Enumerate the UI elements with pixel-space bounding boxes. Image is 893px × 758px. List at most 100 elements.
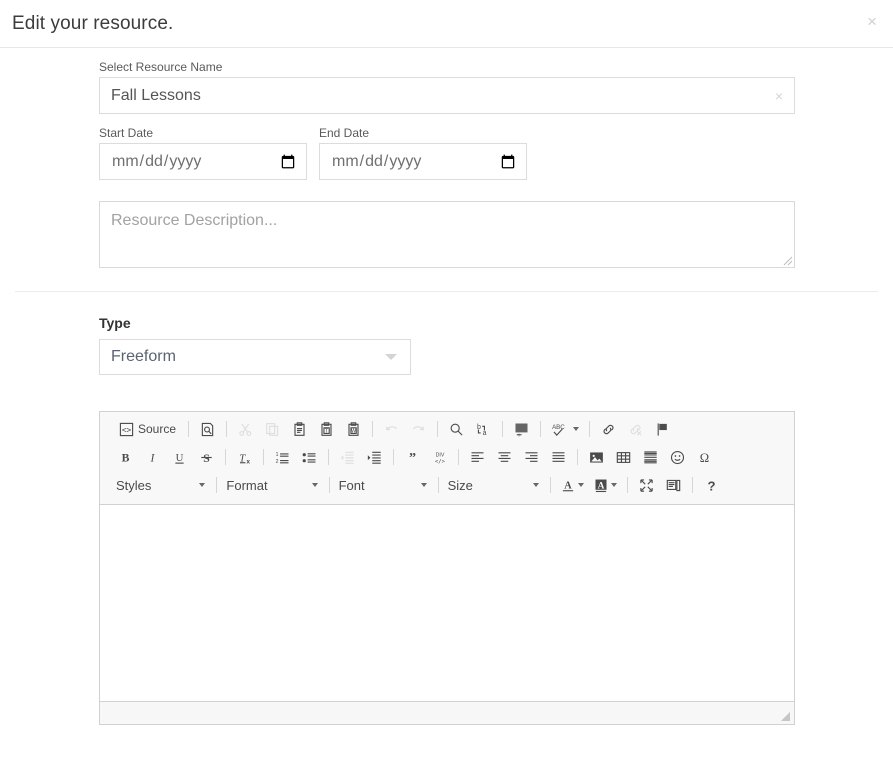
toolbar-row-2: B I U S Tx 1 2 ” DIV </> Ω <box>104 443 790 471</box>
svg-text:S: S <box>203 451 210 464</box>
replace-icon: ba <box>476 422 491 437</box>
select-all-icon: I <box>514 422 529 437</box>
format-combo[interactable]: Format <box>222 474 323 496</box>
blockquote-button[interactable]: ” <box>401 446 424 468</box>
maximize-icon <box>639 478 654 493</box>
paste-icon <box>292 421 307 437</box>
start-date-label: Start Date <box>99 126 154 140</box>
smiley-button[interactable] <box>666 446 689 468</box>
end-date-input[interactable] <box>319 143 527 180</box>
outdent-button <box>336 446 359 468</box>
div-container-icon: DIV </> <box>432 450 448 465</box>
omega-icon: Ω <box>697 450 712 465</box>
paste-word-button[interactable]: W <box>342 418 365 440</box>
underline-icon: U <box>172 450 187 465</box>
select-all-button[interactable]: I <box>510 418 533 440</box>
source-button[interactable]: <> Source <box>114 418 181 440</box>
size-combo-label: Size <box>447 477 473 493</box>
align-center-button[interactable] <box>493 446 516 468</box>
start-date-input[interactable] <box>99 143 307 180</box>
indent-button[interactable] <box>363 446 386 468</box>
align-right-icon <box>524 450 539 465</box>
type-group: Type Freeform <box>99 315 795 375</box>
toolbar-separator <box>328 449 329 465</box>
description-textarea[interactable] <box>99 201 795 268</box>
show-blocks-icon <box>666 478 681 493</box>
flag-icon <box>655 422 670 437</box>
svg-text:2: 2 <box>276 458 279 464</box>
svg-text:I: I <box>518 432 519 436</box>
numbered-list-button[interactable]: 12 <box>271 446 294 468</box>
align-right-button[interactable] <box>520 446 543 468</box>
align-center-icon <box>497 450 512 465</box>
blockquote-icon: ” <box>405 450 420 465</box>
image-icon <box>589 450 604 465</box>
toolbar-separator <box>263 449 264 465</box>
cut-button <box>234 418 257 440</box>
chevron-down-icon <box>610 483 617 487</box>
svg-text:<>: <> <box>122 425 132 434</box>
italic-button[interactable]: I <box>141 446 164 468</box>
copy-icon <box>265 422 280 437</box>
description-group <box>99 201 795 268</box>
bg-color-button[interactable]: A <box>591 474 620 496</box>
text-color-button[interactable]: A <box>558 474 587 496</box>
remove-format-button[interactable]: Tx <box>233 446 256 468</box>
font-combo[interactable]: Font <box>335 474 433 496</box>
paste-text-button[interactable]: T <box>315 418 338 440</box>
replace-button[interactable]: ba <box>472 418 495 440</box>
toolbar-separator <box>577 449 578 465</box>
styles-combo[interactable]: Styles <box>112 474 211 496</box>
preview-button[interactable] <box>196 418 219 440</box>
image-button[interactable] <box>585 446 608 468</box>
indent-icon <box>367 450 382 465</box>
bulleted-list-icon <box>302 450 317 465</box>
underline-button[interactable]: U <box>168 446 191 468</box>
svg-text:</>: </> <box>434 458 445 464</box>
page-title: Edit your resource. <box>12 13 174 34</box>
resource-name-label: Select Resource Name <box>99 60 223 74</box>
toolbar-separator <box>540 421 542 437</box>
maximize-button[interactable] <box>635 474 658 496</box>
svg-text:1: 1 <box>276 452 279 458</box>
find-button[interactable] <box>445 418 468 440</box>
about-button[interactable]: ? <box>700 474 723 496</box>
svg-text:I: I <box>150 451 156 464</box>
show-blocks-button[interactable] <box>662 474 685 496</box>
editor-resize-grip-icon[interactable] <box>779 710 791 722</box>
paste-button[interactable] <box>288 418 311 440</box>
svg-text:T: T <box>325 428 329 434</box>
anchor-button[interactable] <box>651 418 674 440</box>
link-button[interactable] <box>597 418 620 440</box>
svg-text:A: A <box>564 480 572 491</box>
source-icon: <> <box>119 422 134 437</box>
spellcheck-button[interactable]: ABC <box>548 418 582 440</box>
toolbar-separator <box>589 421 591 437</box>
strike-button[interactable]: S <box>195 446 218 468</box>
toolbar-separator <box>458 449 459 465</box>
bulleted-list-button[interactable] <box>298 446 321 468</box>
align-justify-icon <box>551 450 566 465</box>
special-char-button[interactable]: Ω <box>693 446 716 468</box>
horizontal-rule-button[interactable] <box>639 446 662 468</box>
clear-resource-name-icon[interactable]: × <box>773 87 785 105</box>
div-button[interactable]: DIV </> <box>428 446 451 468</box>
svg-text:Ω: Ω <box>700 451 709 465</box>
start-date-group: Start Date <box>99 126 307 180</box>
end-date-label: End Date <box>319 126 370 140</box>
resource-name-input[interactable] <box>99 77 795 114</box>
type-select[interactable]: Freeform <box>99 339 411 375</box>
toolbar-separator <box>437 421 439 437</box>
align-left-button[interactable] <box>466 446 489 468</box>
editor-content-area[interactable] <box>100 505 794 701</box>
bold-button[interactable]: B <box>114 446 137 468</box>
close-icon[interactable]: × <box>863 9 881 34</box>
svg-text:B: B <box>122 451 130 464</box>
size-combo[interactable]: Size <box>444 474 545 496</box>
align-justify-button[interactable] <box>547 446 570 468</box>
resource-name-field-group: Select Resource Name × <box>99 60 795 114</box>
svg-text:a: a <box>483 430 487 437</box>
table-button[interactable] <box>612 446 635 468</box>
end-date-group: End Date <box>319 126 527 180</box>
bold-icon: B <box>118 450 133 465</box>
